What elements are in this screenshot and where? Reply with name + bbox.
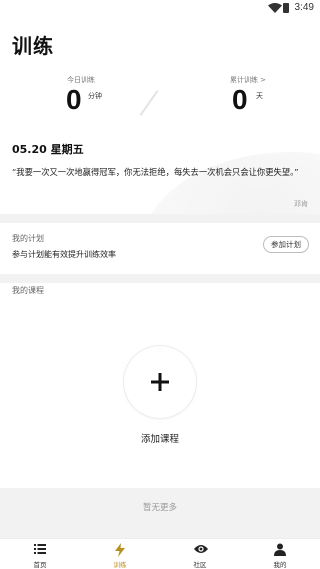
total-training-value: 0 bbox=[232, 84, 248, 115]
plan-section-title: 我的计划 bbox=[12, 234, 44, 243]
tab-community[interactable]: 社区 bbox=[170, 539, 230, 569]
total-training-unit: 天 bbox=[256, 92, 263, 100]
plan-description: 参与计划能有效提升训练效率 bbox=[12, 250, 116, 259]
add-course-label[interactable]: 添加课程 bbox=[0, 431, 320, 445]
date-heading: 05.20 星期五 bbox=[12, 143, 84, 156]
status-time: 3:49 bbox=[294, 2, 314, 13]
tab-community-label: 社区 bbox=[193, 561, 207, 569]
bottom-tab-bar: 首页 训练 社区 我的 bbox=[0, 538, 320, 569]
section-divider bbox=[0, 274, 320, 283]
lightning-icon bbox=[115, 543, 125, 557]
tab-profile[interactable]: 我的 bbox=[250, 539, 310, 569]
section-divider bbox=[0, 214, 320, 223]
wifi-icon bbox=[268, 3, 282, 13]
tab-training[interactable]: 训练 bbox=[90, 539, 150, 569]
page-title: 训练 bbox=[12, 34, 54, 58]
battery-icon bbox=[283, 3, 289, 13]
hero-background bbox=[0, 64, 320, 214]
quote-author: 邓肯 bbox=[294, 200, 308, 208]
tab-home-label: 首页 bbox=[33, 561, 47, 569]
no-more-footer: 暂无更多 bbox=[0, 488, 320, 538]
course-section-title: 我的课程 bbox=[12, 286, 44, 295]
tab-home[interactable]: 首页 bbox=[10, 539, 70, 569]
tab-profile-label: 我的 bbox=[273, 561, 287, 569]
today-training-unit: 分钟 bbox=[88, 92, 102, 100]
total-training-stat[interactable]: 累计训练 > bbox=[218, 75, 278, 85]
add-course-button[interactable] bbox=[124, 346, 196, 418]
list-icon bbox=[34, 544, 46, 554]
plus-icon bbox=[151, 373, 169, 391]
hero-line-decoration bbox=[139, 90, 159, 116]
person-icon bbox=[274, 543, 286, 556]
total-training-label[interactable]: 累计训练 > bbox=[218, 75, 278, 85]
daily-quote: “我要一次又一次地赢得冠军，你无法拒绝，每失去一次机会只会让你更失望。” bbox=[12, 167, 299, 177]
today-training-value: 0 bbox=[66, 84, 82, 115]
tab-training-label: 训练 bbox=[113, 561, 127, 569]
hero-arc-decoration bbox=[140, 152, 320, 214]
status-bar: 3:49 bbox=[0, 0, 320, 16]
eye-icon bbox=[194, 545, 208, 553]
join-plan-button[interactable]: 参加计划 bbox=[263, 236, 309, 253]
